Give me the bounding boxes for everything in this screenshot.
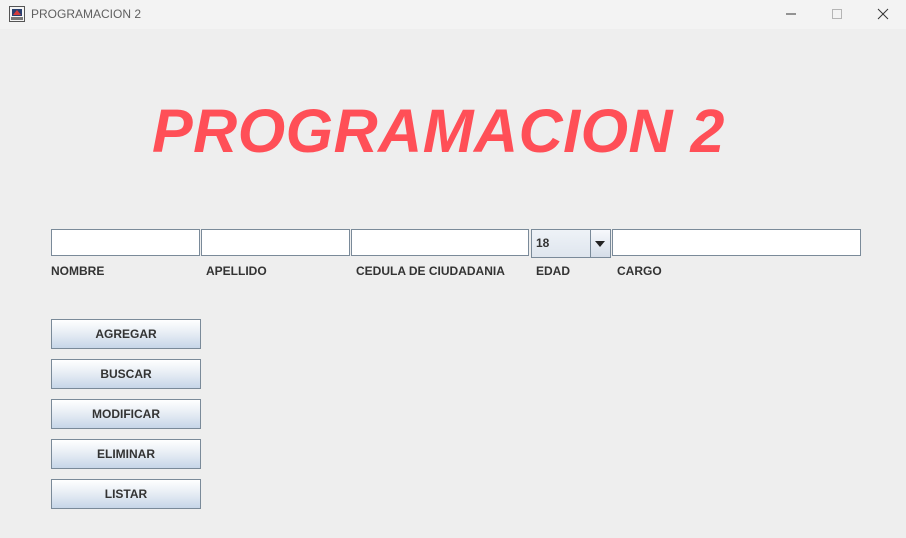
minimize-button[interactable] [768,0,814,29]
cedula-field[interactable] [351,229,529,256]
edad-selected-value: 18 [536,236,550,250]
close-icon [877,8,889,20]
apellido-field[interactable] [201,229,350,256]
java-app-icon [9,6,25,22]
main-window: PROGRAMACION 2 PROGRAMACION 2 18 NOMBRE … [0,0,906,538]
cargo-field[interactable] [612,229,861,256]
nombre-label: NOMBRE [51,264,105,278]
maximize-button[interactable] [814,0,860,29]
title-bar: PROGRAMACION 2 [0,0,906,29]
edad-label: EDAD [536,264,571,278]
edad-dropdown[interactable]: 18 [531,229,611,258]
minimize-icon [786,13,796,15]
close-button[interactable] [860,0,906,29]
modificar-button[interactable]: MODIFICAR [51,399,201,429]
cedula-label: CEDULA DE CIUDADANIA [356,264,505,278]
apellido-label: APELLIDO [206,264,267,278]
window-title: PROGRAMACION 2 [31,7,142,21]
maximize-icon [832,9,842,19]
cargo-label: CARGO [617,264,662,278]
listar-button[interactable]: LISTAR [51,479,201,509]
buscar-button[interactable]: BUSCAR [51,359,201,389]
page-title: PROGRAMACION 2 [152,97,725,165]
nombre-field[interactable] [51,229,200,256]
eliminar-button[interactable]: ELIMINAR [51,439,201,469]
agregar-button[interactable]: AGREGAR [51,319,201,349]
edad-dropdown-arrow[interactable] [590,230,610,257]
chevron-down-icon [595,241,605,247]
